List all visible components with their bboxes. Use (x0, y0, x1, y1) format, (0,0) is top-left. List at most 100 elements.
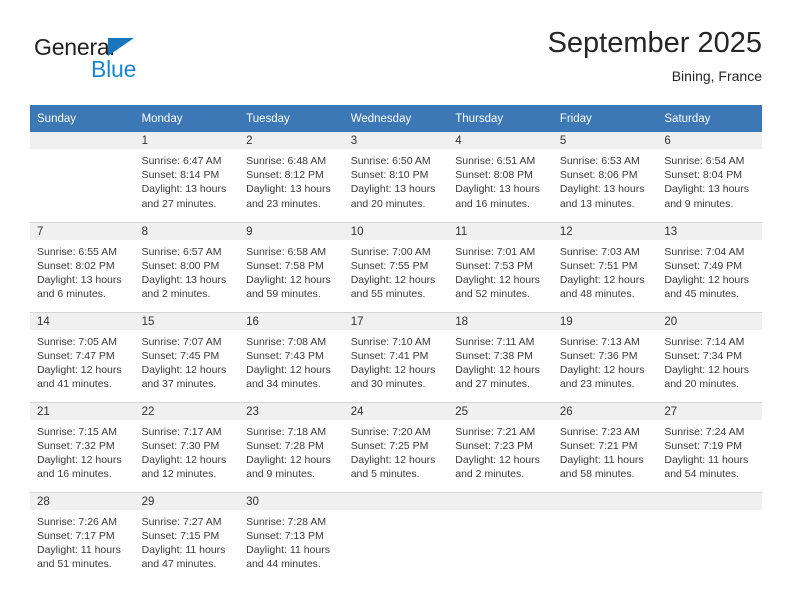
day-cell[interactable]: 15 Sunrise: 7:07 AM Sunset: 7:45 PM Dayl… (134, 311, 240, 402)
day-cell[interactable]: 24 Sunrise: 7:20 AM Sunset: 7:25 PM Dayl… (343, 401, 449, 492)
daylight-text-line1: Daylight: 11 hours (141, 543, 226, 556)
day-cell[interactable]: 14 Sunrise: 7:05 AM Sunset: 7:47 PM Dayl… (30, 311, 135, 402)
weekday-header-friday: Friday (552, 105, 658, 132)
sunset-text: Sunset: 7:51 PM (559, 259, 638, 272)
daylight-text-line2: and 27 minutes. (141, 197, 217, 210)
daylight-text-line2: and 37 minutes. (141, 378, 217, 391)
daylight-text-line2: and 52 minutes. (455, 288, 530, 301)
day-cell[interactable]: 27 Sunrise: 7:24 AM Sunset: 7:19 PM Dayl… (657, 401, 762, 492)
day-cell[interactable]: 23 Sunrise: 7:18 AM Sunset: 7:28 PM Dayl… (239, 401, 344, 492)
day-number: 13 (657, 222, 762, 240)
day-cell[interactable]: 1 Sunrise: 6:47 AM Sunset: 8:14 PM Dayli… (134, 132, 240, 222)
day-number: 20 (657, 312, 762, 330)
day-number (552, 492, 658, 510)
day-details: Sunrise: 7:03 AM Sunset: 7:51 PM Dayligh… (553, 240, 658, 302)
day-cell[interactable] (448, 491, 553, 582)
day-details (553, 510, 658, 515)
day-cell[interactable]: 6 Sunrise: 6:54 AM Sunset: 8:04 PM Dayli… (657, 132, 762, 222)
daylight-text-line1: Daylight: 12 hours (559, 273, 645, 286)
day-number (30, 132, 135, 149)
daylight-text-line2: and 41 minutes. (37, 378, 112, 391)
day-cell[interactable] (552, 491, 658, 582)
daylight-text-line1: Daylight: 13 hours (141, 273, 227, 286)
day-number: 28 (30, 492, 135, 510)
day-cell[interactable]: 29 Sunrise: 7:27 AM Sunset: 7:15 PM Dayl… (134, 491, 240, 582)
daylight-text-line2: and 23 minutes. (246, 197, 321, 210)
sunrise-text: Sunrise: 6:55 AM (37, 245, 117, 258)
daylight-text-line1: Daylight: 13 hours (37, 273, 122, 286)
day-cell[interactable]: 9 Sunrise: 6:58 AM Sunset: 7:58 PM Dayli… (239, 221, 344, 312)
daylight-text-line1: Daylight: 12 hours (141, 363, 227, 376)
day-cell[interactable]: 12 Sunrise: 7:03 AM Sunset: 7:51 PM Dayl… (552, 221, 658, 312)
daylight-text-line2: and 9 minutes. (664, 197, 734, 210)
day-cell[interactable]: 25 Sunrise: 7:21 AM Sunset: 7:23 PM Dayl… (448, 401, 553, 492)
day-number: 12 (552, 222, 658, 240)
day-cell[interactable]: 2 Sunrise: 6:48 AM Sunset: 8:12 PM Dayli… (239, 132, 344, 222)
daylight-text-line2: and 30 minutes. (350, 378, 426, 391)
day-cell[interactable]: 4 Sunrise: 6:51 AM Sunset: 8:08 PM Dayli… (448, 132, 553, 222)
daylight-text-line1: Daylight: 12 hours (246, 453, 331, 466)
daylight-text-line2: and 34 minutes. (246, 378, 321, 391)
day-cell[interactable]: 20 Sunrise: 7:14 AM Sunset: 7:34 PM Dayl… (657, 311, 762, 402)
sunset-text: Sunset: 7:58 PM (246, 259, 324, 272)
day-cell[interactable]: 19 Sunrise: 7:13 AM Sunset: 7:36 PM Dayl… (552, 311, 658, 402)
sunset-text: Sunset: 7:34 PM (664, 349, 743, 362)
day-cell[interactable]: 5 Sunrise: 6:53 AM Sunset: 8:06 PM Dayli… (552, 132, 658, 222)
day-details: Sunrise: 7:11 AM Sunset: 7:38 PM Dayligh… (448, 330, 553, 392)
day-cell[interactable]: 21 Sunrise: 7:15 AM Sunset: 7:32 PM Dayl… (30, 401, 135, 492)
sunrise-text: Sunrise: 7:18 AM (246, 425, 327, 438)
daylight-text-line2: and 27 minutes. (455, 378, 530, 391)
day-cell[interactable] (657, 491, 762, 582)
day-number: 16 (239, 312, 344, 330)
sunset-text: Sunset: 7:15 PM (141, 529, 220, 542)
page-header: General Blue September 2025 Bining, Fran… (30, 26, 762, 94)
day-details: Sunrise: 7:07 AM Sunset: 7:45 PM Dayligh… (135, 330, 240, 392)
sunset-text: Sunset: 8:00 PM (141, 259, 220, 272)
sunset-text: Sunset: 7:55 PM (350, 259, 429, 272)
general-blue-logo[interactable]: General Blue (34, 34, 184, 88)
day-cell[interactable]: 18 Sunrise: 7:11 AM Sunset: 7:38 PM Dayl… (448, 311, 553, 402)
day-cell[interactable] (343, 491, 449, 582)
day-details (30, 149, 135, 154)
day-cell[interactable]: 10 Sunrise: 7:00 AM Sunset: 7:55 PM Dayl… (343, 221, 449, 312)
day-cell[interactable]: 8 Sunrise: 6:57 AM Sunset: 8:00 PM Dayli… (134, 221, 240, 312)
day-details: Sunrise: 7:20 AM Sunset: 7:25 PM Dayligh… (344, 420, 449, 482)
daylight-text-line1: Daylight: 13 hours (559, 183, 645, 196)
day-cell[interactable]: 3 Sunrise: 6:50 AM Sunset: 8:10 PM Dayli… (343, 132, 449, 222)
sunset-text: Sunset: 8:04 PM (664, 169, 743, 182)
daylight-text-line1: Daylight: 11 hours (559, 453, 644, 466)
day-details: Sunrise: 7:17 AM Sunset: 7:30 PM Dayligh… (135, 420, 240, 482)
daylight-text-line1: Daylight: 12 hours (37, 453, 122, 466)
daylight-text-line1: Daylight: 13 hours (141, 183, 227, 196)
day-cell[interactable]: 7 Sunrise: 6:55 AM Sunset: 8:02 PM Dayli… (30, 221, 135, 312)
day-cell[interactable]: 17 Sunrise: 7:10 AM Sunset: 7:41 PM Dayl… (343, 311, 449, 402)
daylight-text-line1: Daylight: 13 hours (664, 183, 750, 196)
day-cell[interactable] (30, 132, 135, 222)
sunrise-text: Sunrise: 7:13 AM (559, 335, 640, 348)
day-cell[interactable]: 26 Sunrise: 7:23 AM Sunset: 7:21 PM Dayl… (552, 401, 658, 492)
daylight-text-line2: and 12 minutes. (141, 468, 217, 481)
day-details: Sunrise: 7:05 AM Sunset: 7:47 PM Dayligh… (30, 330, 135, 392)
day-details: Sunrise: 7:08 AM Sunset: 7:43 PM Dayligh… (239, 330, 344, 392)
day-details: Sunrise: 6:47 AM Sunset: 8:14 PM Dayligh… (135, 149, 240, 211)
page-title: September 2025 (547, 27, 762, 59)
day-number: 14 (30, 312, 135, 330)
day-cell[interactable]: 22 Sunrise: 7:17 AM Sunset: 7:30 PM Dayl… (134, 401, 240, 492)
day-cell[interactable]: 28 Sunrise: 7:26 AM Sunset: 7:17 PM Dayl… (30, 491, 135, 582)
sunrise-text: Sunrise: 6:53 AM (559, 155, 640, 167)
day-details: Sunrise: 7:15 AM Sunset: 7:32 PM Dayligh… (30, 420, 135, 482)
sunrise-text: Sunrise: 6:51 AM (455, 155, 536, 167)
sunrise-text: Sunrise: 7:23 AM (559, 425, 640, 438)
day-cell[interactable]: 13 Sunrise: 7:04 AM Sunset: 7:49 PM Dayl… (657, 221, 762, 312)
daylight-text-line2: and 16 minutes. (455, 197, 530, 210)
day-cell[interactable]: 11 Sunrise: 7:01 AM Sunset: 7:53 PM Dayl… (448, 221, 553, 312)
day-number: 9 (239, 222, 344, 240)
calendar-week-row: 14 Sunrise: 7:05 AM Sunset: 7:47 PM Dayl… (30, 311, 762, 402)
weekday-header-thursday: Thursday (448, 105, 553, 132)
day-number: 29 (134, 492, 240, 510)
day-number: 24 (343, 402, 449, 420)
daylight-text-line1: Daylight: 12 hours (350, 453, 436, 466)
day-cell[interactable]: 30 Sunrise: 7:28 AM Sunset: 7:13 PM Dayl… (239, 491, 344, 582)
day-cell[interactable]: 16 Sunrise: 7:08 AM Sunset: 7:43 PM Dayl… (239, 311, 344, 402)
sunrise-text: Sunrise: 7:14 AM (664, 335, 745, 348)
